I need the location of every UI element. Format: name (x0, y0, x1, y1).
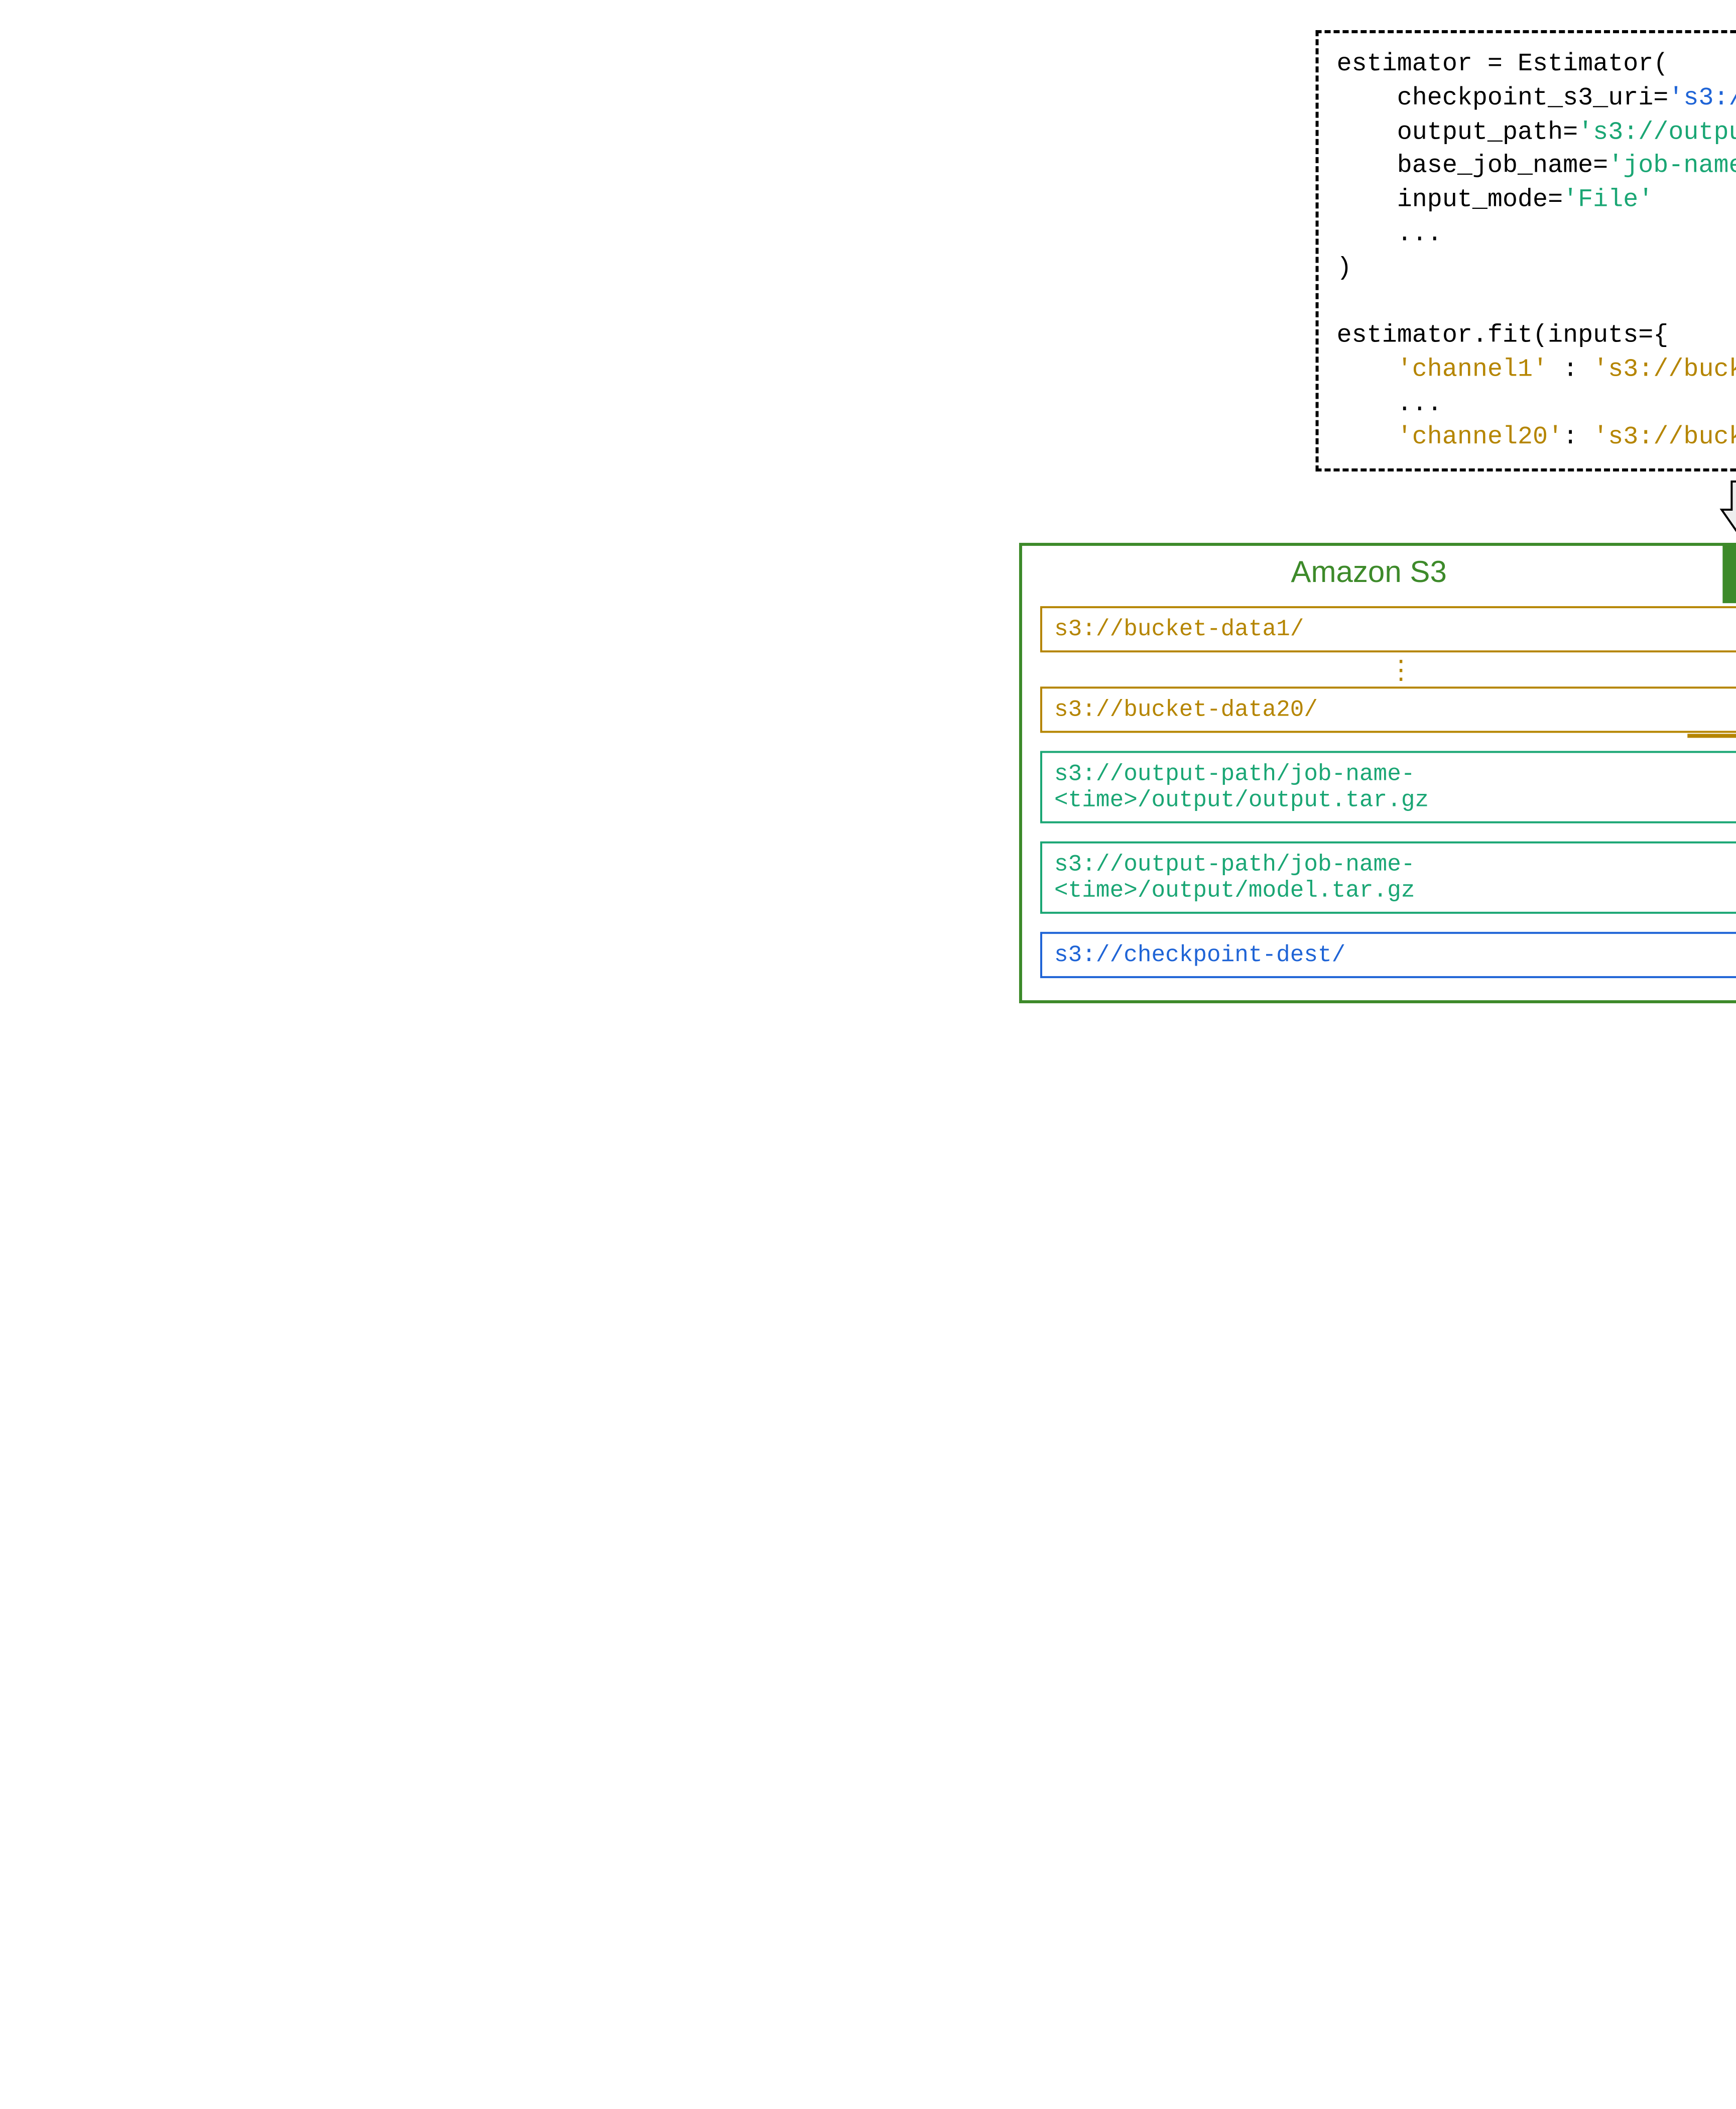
path-text: s3://output-path/job-name-<time>/output/… (1054, 761, 1429, 813)
path-text: s3://bucket-data1/ (1054, 616, 1304, 642)
code-line: checkpoint_s3_uri= (1337, 83, 1669, 112)
code-punct: : (1563, 422, 1593, 451)
code-line: ... (1337, 389, 1442, 418)
code-line: ... (1337, 219, 1442, 248)
code-string: 's3://bucket-data20/' (1593, 422, 1736, 451)
s3-panel-title: Amazon S3 (1022, 556, 1715, 590)
code-line: estimator = Estimator( (1337, 49, 1669, 78)
panels-row: read read write write (984, 543, 1736, 1003)
code-string: 's3://output-path/' (1578, 117, 1736, 146)
arrow-down-icon (1717, 480, 1736, 535)
code-line: base_job_name= (1337, 151, 1608, 180)
code-string: 'File' (1563, 185, 1653, 214)
s3-path-output: s3://output-path/job-name-<time>/output/… (1040, 751, 1736, 823)
code-line: ) (1337, 253, 1352, 282)
path-text: s3://checkpoint-dest/ (1054, 942, 1345, 968)
s3-path-channel20: s3://bucket-data20/ (1040, 686, 1736, 733)
code-string: 's3://checkpoint-dest/' (1668, 83, 1736, 112)
s3-bucket-icon (1722, 543, 1736, 603)
path-text: s3://output-path/job-name-<time>/output/… (1054, 852, 1415, 904)
code-string: 'channel1' (1397, 355, 1548, 384)
s3-path-channel1: s3://bucket-data1/ (1040, 606, 1736, 652)
code-string: 's3://bucket-data1/' (1593, 355, 1736, 384)
amazon-s3-panel: Amazon S3 s3://bucket-data1/ ⋮ s3://buck… (1019, 543, 1736, 1003)
s3-path-model: s3://output-path/job-name-<time>/output/… (1040, 842, 1736, 914)
code-indent (1337, 422, 1397, 451)
code-line: output_path= (1337, 117, 1578, 146)
estimator-code-block: estimator = Estimator( checkpoint_s3_uri… (1316, 30, 1736, 472)
code-string: 'channel20' (1397, 422, 1563, 451)
code-punct: : (1548, 355, 1593, 384)
code-line: input_mode= (1337, 185, 1563, 214)
vertical-ellipsis: ⋮ (1040, 664, 1736, 674)
path-text: s3://bucket-data20/ (1054, 696, 1318, 723)
s3-path-checkpoint: s3://checkpoint-dest/ (1040, 932, 1736, 978)
code-line: estimator.fit(inputs={ (1337, 321, 1669, 350)
code-string: 'job-name' (1608, 151, 1736, 180)
code-indent (1337, 355, 1397, 384)
